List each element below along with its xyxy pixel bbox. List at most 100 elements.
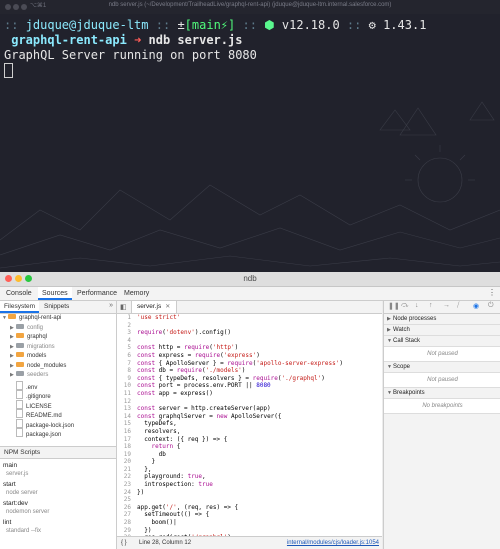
tab-filesystem[interactable]: Filesystem [0, 301, 40, 313]
code-line[interactable]: 20 } [117, 458, 382, 466]
tab-sources[interactable]: Sources [38, 287, 72, 300]
line-number[interactable]: 1 [117, 314, 137, 322]
npm-script-item[interactable]: start:dev nodemon server [3, 500, 116, 516]
file-tree-item[interactable]: .env [0, 380, 116, 391]
code-line[interactable]: 7 const { ApolloServer } = require('apoll… [117, 360, 382, 368]
line-number[interactable]: 28 [117, 519, 137, 527]
code-line[interactable]: 13 const server = http.createServer(app) [117, 405, 382, 413]
more-icon[interactable]: » [109, 302, 113, 309]
line-number[interactable]: 19 [117, 451, 137, 459]
line-number[interactable]: 9 [117, 375, 137, 383]
npm-script-item[interactable]: main server.js [3, 462, 116, 478]
npm-script-item[interactable]: lint standard --fix [3, 519, 116, 535]
line-number[interactable]: 22 [117, 473, 137, 481]
code-line[interactable]: 28 boom()| [117, 519, 382, 527]
code-line[interactable]: 9 const { typeDefs, resolvers } = require… [117, 375, 382, 383]
line-number[interactable]: 3 [117, 329, 137, 337]
step-out-icon[interactable]: ↑ [429, 302, 433, 309]
line-number[interactable]: 17 [117, 436, 137, 444]
line-number[interactable]: 25 [117, 496, 137, 504]
debugger-pane-header[interactable]: ▶ Node processes [384, 314, 500, 325]
file-tree-item[interactable]: ▶ migrations [0, 342, 116, 353]
line-number[interactable]: 18 [117, 443, 137, 451]
code-line[interactable]: 5 const http = require('http') [117, 344, 382, 352]
file-tree-item[interactable]: package-lock.json [0, 418, 116, 429]
code-line[interactable]: 11 const app = express() [117, 390, 382, 398]
debugger-pane-header[interactable]: ▼Breakpoints [384, 388, 500, 399]
code-line[interactable]: 8 const db = require('./models') [117, 367, 382, 375]
npm-script-item[interactable]: start node server [3, 481, 116, 497]
line-number[interactable]: 11 [117, 390, 137, 398]
file-tree-item[interactable]: ▶ seeders [0, 371, 116, 381]
file-tree-item[interactable]: ▶ models [0, 352, 116, 362]
code-line[interactable]: 16 resolvers, [117, 428, 382, 436]
debugger-pane-header[interactable]: ▶ Watch [384, 325, 500, 336]
line-number[interactable]: 2 [117, 322, 137, 330]
code-line[interactable]: 17 context: ({ req }) => { [117, 436, 382, 444]
file-tree-item[interactable]: .gitignore [0, 390, 116, 400]
deactivate-breakpoints-icon[interactable]: ⧸ [457, 302, 459, 310]
file-tree-item[interactable]: ▶ node_modules [0, 361, 116, 372]
code-line[interactable]: 10 const port = process.env.PORT || 8080 [117, 382, 382, 390]
line-number[interactable]: 13 [117, 405, 137, 413]
pretty-print-button[interactable]: { } [121, 537, 127, 549]
code-area[interactable]: 1'use strict' 2 3 require('dotenv').config(… [117, 314, 382, 536]
code-line[interactable]: 19 db [117, 451, 382, 459]
debugger-pane-header[interactable]: ▼Scope [384, 362, 500, 373]
file-tree-item[interactable]: README.md [0, 409, 116, 419]
code-line[interactable]: 14 const graphqlServer = new ApolloServer… [117, 413, 382, 421]
line-number[interactable]: 10 [117, 382, 137, 390]
line-number[interactable]: 8 [117, 367, 137, 375]
code-line[interactable]: 29 }) [117, 527, 382, 535]
stop-icon[interactable]: ⏻ [488, 302, 494, 310]
line-number[interactable]: 4 [117, 337, 137, 345]
code-line[interactable]: 4 [117, 337, 382, 345]
file-tree-item[interactable]: ▶ config [0, 323, 116, 334]
code-line[interactable]: 18 return { [117, 443, 382, 451]
source-location-link[interactable]: internal/modules/cjs/loader.js:1054 [287, 537, 379, 549]
code-line[interactable]: 6 const express = require('express') [117, 352, 382, 360]
line-number[interactable]: 15 [117, 420, 137, 428]
line-number[interactable]: 16 [117, 428, 137, 436]
line-number[interactable]: 26 [117, 504, 137, 512]
pause-icon[interactable]: ❚❚ [388, 302, 400, 310]
line-number[interactable]: 14 [117, 413, 137, 421]
code-line[interactable]: 21 }, [117, 466, 382, 474]
pause-on-exceptions-icon[interactable]: ◉ [473, 302, 479, 310]
line-number[interactable]: 5 [117, 344, 137, 352]
line-number[interactable]: 7 [117, 360, 137, 368]
tab-console[interactable]: Console [2, 287, 36, 300]
line-number[interactable]: 29 [117, 527, 137, 535]
line-number[interactable]: 21 [117, 466, 137, 474]
line-number[interactable]: 12 [117, 398, 137, 406]
debugger-pane-header[interactable]: ▼Call Stack [384, 336, 500, 347]
file-tree-item[interactable]: LICENSE [0, 399, 116, 410]
tab-performance[interactable]: Performance [73, 287, 121, 300]
toggle-navigator-icon[interactable]: ◧ [120, 303, 127, 311]
file-tree-item[interactable]: ▶ graphql [0, 333, 116, 343]
editor-tab-server-js[interactable]: server.js ✕ [131, 301, 178, 313]
more-options-icon[interactable]: ⋮ [488, 288, 496, 297]
code-line[interactable]: 22 playground: true, [117, 473, 382, 481]
code-line[interactable]: 15 typeDefs, [117, 420, 382, 428]
line-number[interactable]: 6 [117, 352, 137, 360]
code-line[interactable]: 25 [117, 496, 382, 504]
code-line[interactable]: 24}) [117, 489, 382, 497]
line-number[interactable]: 20 [117, 458, 137, 466]
code-line[interactable]: 2 [117, 322, 382, 330]
code-line[interactable]: 23 introspection: true [117, 481, 382, 489]
line-number[interactable]: 27 [117, 511, 137, 519]
line-number[interactable]: 24 [117, 489, 137, 497]
step-icon[interactable]: → [443, 302, 450, 309]
tab-snippets[interactable]: Snippets [40, 301, 73, 313]
code-line[interactable]: 3 require('dotenv').config() [117, 329, 382, 337]
file-tree-item[interactable]: ▼ graphql-rent-api [0, 314, 116, 324]
code-line[interactable]: 26 app.get('/', (req, res) => { [117, 504, 382, 512]
npm-scripts-header[interactable]: NPM Scripts [0, 446, 116, 459]
tab-memory[interactable]: Memory [120, 287, 153, 300]
close-icon[interactable]: ✕ [165, 304, 170, 310]
terminal-input[interactable] [4, 63, 496, 78]
file-tree-item[interactable]: package.json [0, 428, 116, 438]
code-line[interactable]: 27 setTimeout(() => { [117, 511, 382, 519]
line-number[interactable]: 23 [117, 481, 137, 489]
